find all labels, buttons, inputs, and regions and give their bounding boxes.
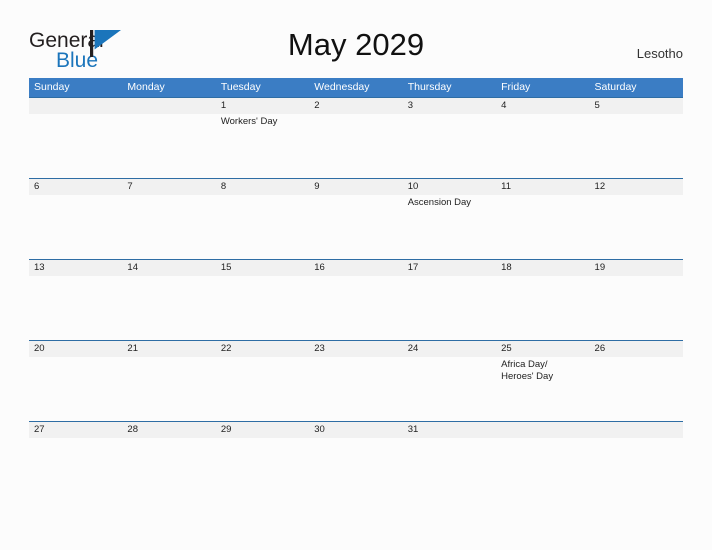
calendar-day-cell[interactable]: 9 [309, 179, 402, 259]
calendar-day-cell[interactable]: 21 [122, 341, 215, 421]
calendar-day-cell-empty [496, 422, 589, 444]
calendar-day-cell[interactable]: 27 [29, 422, 122, 444]
calendar-weeks: 1 Workers' Day 2 3 4 5 6 7 8 9 10 Ascension Day 11 12… [29, 97, 683, 444]
day-number: 28 [127, 424, 138, 435]
calendar-day-cell[interactable]: 24 [403, 341, 496, 421]
day-number: 19 [594, 262, 606, 273]
calendar-day-cell[interactable]: 13 [29, 260, 122, 340]
page-header: General Blue May 2029 Lesotho [0, 0, 712, 78]
weekday-header-row: Sunday Monday Tuesday Wednesday Thursday… [29, 78, 683, 97]
day-event-label: Africa Day/ Heroes' Day [501, 359, 554, 382]
calendar-day-cell[interactable]: 15 [216, 260, 309, 340]
day-event-label: Workers' Day [220, 116, 278, 127]
day-number: 30 [314, 424, 325, 435]
calendar-day-cell[interactable]: 5 [590, 98, 683, 178]
calendar-day-cell[interactable]: 18 [496, 260, 589, 340]
day-number: 31 [407, 424, 419, 435]
calendar-week-row: 6 7 8 9 10 Ascension Day 11 12 [29, 178, 683, 259]
calendar-grid: Sunday Monday Tuesday Wednesday Thursday… [29, 78, 683, 444]
calendar-day-cell[interactable]: 23 [309, 341, 402, 421]
weekday-label-friday: Friday [501, 81, 531, 93]
calendar-day-cell[interactable]: 22 [216, 341, 309, 421]
day-number: 4 [501, 100, 507, 111]
day-number: 18 [501, 262, 512, 273]
day-number: 26 [594, 343, 606, 354]
day-number: 13 [34, 262, 45, 273]
calendar-day-cell[interactable]: 4 [496, 98, 589, 178]
day-number: 24 [407, 343, 419, 354]
calendar-day-cell[interactable]: 12 [590, 179, 683, 259]
calendar-day-cell[interactable]: 26 [590, 341, 683, 421]
calendar-day-cell[interactable]: 6 [29, 179, 122, 259]
calendar-day-cell[interactable]: 17 [403, 260, 496, 340]
calendar-day-cell[interactable]: 31 [403, 422, 496, 444]
calendar-day-cell[interactable]: 10 Ascension Day [403, 179, 496, 259]
day-number: 25 [501, 343, 512, 354]
page-title: May 2029 [287, 27, 425, 62]
calendar-day-cell[interactable]: 19 [590, 260, 683, 340]
country-label: Lesotho [636, 46, 683, 61]
day-number: 22 [220, 343, 232, 354]
calendar-day-cell[interactable]: 7 [122, 179, 215, 259]
day-number: 15 [220, 262, 232, 273]
weekday-label-monday: Monday [127, 81, 165, 93]
day-number: 27 [34, 424, 45, 435]
calendar-week-row: 1 Workers' Day 2 3 4 5 [29, 97, 683, 178]
calendar-day-cell[interactable]: 3 [403, 98, 496, 178]
calendar-day-cell-empty [590, 422, 683, 444]
calendar-day-cell[interactable]: 14 [122, 260, 215, 340]
day-number: 8 [220, 181, 227, 192]
calendar-day-cell[interactable]: 2 [309, 98, 402, 178]
calendar-day-cell[interactable]: 1 Workers' Day [216, 98, 309, 178]
day-number: 2 [314, 100, 320, 111]
day-number: 21 [127, 343, 138, 354]
week-cells: 27 28 29 30 31 [29, 422, 683, 444]
calendar-day-cell[interactable]: 8 [216, 179, 309, 259]
calendar-day-cell[interactable]: 28 [122, 422, 215, 444]
day-number: 1 [220, 100, 227, 111]
calendar-day-cell[interactable]: 16 [309, 260, 402, 340]
day-number: 10 [407, 181, 419, 192]
day-number: 5 [594, 100, 600, 111]
day-number: 9 [314, 181, 320, 192]
weekday-label-sunday: Sunday [34, 81, 70, 93]
day-number: 6 [34, 181, 40, 192]
day-number: 29 [220, 424, 232, 435]
calendar-week-row: 13 14 15 16 17 18 19 [29, 259, 683, 340]
day-number: 7 [127, 181, 133, 192]
calendar-day-cell[interactable]: 20 [29, 341, 122, 421]
week-cells: 20 21 22 23 24 25 Africa Day/ Heroes' Day 26 [29, 341, 683, 421]
week-cells: 1 Workers' Day 2 3 4 5 [29, 98, 683, 178]
weekday-label-tuesday: Tuesday [220, 81, 261, 93]
calendar-day-cell-empty [122, 98, 215, 178]
calendar-day-cell[interactable]: 30 [309, 422, 402, 444]
day-number: 17 [407, 262, 419, 273]
day-number: 23 [314, 343, 325, 354]
calendar-day-cell[interactable]: 29 [216, 422, 309, 444]
day-number: 14 [127, 262, 138, 273]
day-number: 3 [407, 100, 413, 111]
week-cells: 6 7 8 9 10 Ascension Day 11 12 [29, 179, 683, 259]
day-number: 20 [34, 343, 45, 354]
day-number: 12 [594, 181, 606, 192]
weekday-label-saturday: Saturday [594, 81, 637, 93]
calendar-day-cell-empty [29, 98, 122, 178]
calendar-week-row: 27 28 29 30 31 [29, 421, 683, 444]
calendar-day-cell[interactable]: 25 Africa Day/ Heroes' Day [496, 341, 589, 421]
day-number: 11 [501, 181, 511, 192]
weekday-label-wednesday: Wednesday [314, 81, 370, 93]
weekday-label-thursday: Thursday [407, 81, 452, 93]
day-number: 16 [314, 262, 325, 273]
calendar-day-cell[interactable]: 11 [496, 179, 589, 259]
day-event-label: Ascension Day [407, 197, 472, 208]
week-cells: 13 14 15 16 17 18 19 [29, 260, 683, 340]
calendar-week-row: 20 21 22 23 24 25 Africa Day/ Heroes' Day 26 [29, 340, 683, 421]
